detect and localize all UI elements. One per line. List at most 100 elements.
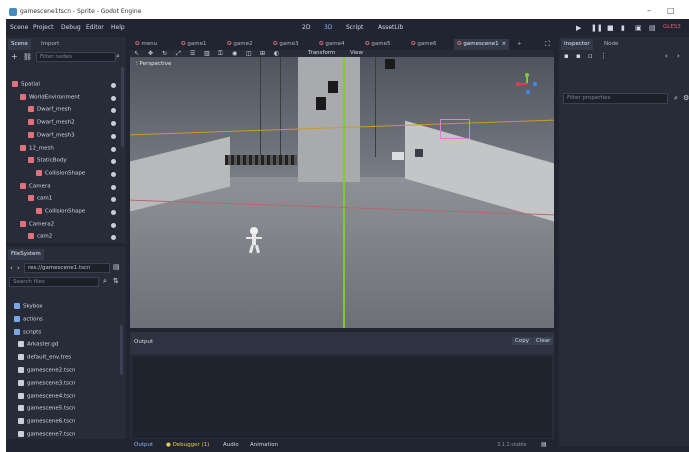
tab-debugger[interactable]: ● Debugger (1) [166, 442, 209, 448]
scene-tree-item[interactable]: Dwarf_mesh3 [28, 131, 120, 142]
play-icon[interactable]: ▶ [576, 24, 581, 32]
file-list-item[interactable]: gamescene4.tscn [18, 392, 118, 403]
visibility-icon[interactable] [111, 95, 116, 101]
move-tool-icon[interactable]: ✥ [148, 50, 153, 57]
camera-icon[interactable]: ◐ [274, 50, 279, 57]
file-list-item[interactable]: Skybox [14, 303, 114, 313]
gizmo-z-neg-dot[interactable] [526, 90, 530, 94]
scene-tree-item[interactable]: CollisionShape [36, 208, 120, 218]
filter-nodes-input[interactable]: Filter nodes [36, 52, 116, 62]
tab-output[interactable]: Output [134, 442, 153, 448]
forward-arrow-icon[interactable]: › [17, 264, 20, 272]
file-list-item[interactable]: default_env.tres [18, 354, 118, 364]
visibility-icon[interactable] [111, 222, 116, 228]
visibility-icon[interactable] [111, 171, 116, 177]
tab-node[interactable]: Node [601, 39, 621, 50]
settings-icon[interactable]: ⚙ [683, 94, 689, 102]
scene-tree-item[interactable]: Camera2 [20, 220, 120, 231]
scene-tab[interactable]: ✪ menu [132, 39, 160, 50]
scene-tab[interactable]: ✪ gamescene1 × [454, 39, 510, 50]
scene-tab[interactable]: ✪ game1 [178, 39, 209, 50]
menu-debug[interactable]: Debug [61, 24, 81, 31]
history-forward-icon[interactable]: › [677, 52, 680, 60]
close-tab-icon[interactable]: × [502, 41, 507, 47]
visibility-icon[interactable] [111, 235, 116, 241]
file-list-item[interactable]: gamescene5.tscn [18, 405, 118, 415]
visibility-icon[interactable] [111, 108, 116, 114]
output-log[interactable] [132, 356, 552, 438]
split-view-icon[interactable]: ▤ [113, 263, 120, 271]
tab-animation[interactable]: Animation [250, 442, 278, 448]
back-arrow-icon[interactable]: ‹ [10, 264, 13, 272]
view-menu[interactable]: View [350, 50, 363, 56]
ruler-tool-icon[interactable]: ▥ [204, 50, 210, 57]
layout-icon[interactable]: ▤ [541, 441, 547, 448]
history-back-icon[interactable]: ‹ [665, 52, 668, 60]
renderer-label[interactable]: GLES3 [663, 24, 681, 30]
history-icon[interactable]: ⋮ [600, 52, 607, 60]
clear-button[interactable]: Clear [533, 337, 554, 345]
file-list-item[interactable]: gamescene2.tscn [18, 367, 118, 377]
group-icon[interactable]: ◉ [232, 50, 237, 57]
scene-tree-item[interactable]: WorldEnvironment [20, 93, 120, 104]
workspace-script-button[interactable]: Script [346, 24, 363, 31]
visibility-icon[interactable] [111, 146, 116, 152]
scene-tree-scrollbar[interactable] [121, 67, 124, 147]
menu-help[interactable]: Help [111, 24, 125, 31]
file-list-item[interactable]: gamescene6.tscn [18, 418, 118, 428]
tab-scene[interactable]: Scene [8, 39, 31, 50]
minimize-button[interactable]: – [647, 6, 651, 15]
stop-icon[interactable]: ■ [607, 24, 614, 32]
scene-tree-item[interactable]: Spatial [12, 81, 120, 91]
list-tool-icon[interactable]: ☰ [190, 50, 195, 57]
tab-audio[interactable]: Audio [223, 442, 239, 448]
menu-editor[interactable]: Editor [86, 24, 104, 31]
search-files-input[interactable]: Search files [9, 277, 99, 287]
visibility-icon[interactable] [111, 121, 116, 127]
visibility-icon[interactable] [111, 159, 116, 165]
scene-tab[interactable]: ✪ game2 [224, 39, 255, 50]
play-custom-icon[interactable]: ▣ [635, 24, 642, 32]
scene-tree-item[interactable]: Camera [20, 182, 120, 193]
scene-tree-item[interactable]: CollisionShape [36, 169, 120, 180]
3d-viewport[interactable]: ⁝ Perspective [130, 57, 554, 328]
file-list-scrollbar[interactable] [120, 325, 123, 375]
tab-filesystem[interactable]: FileSystem [8, 249, 44, 260]
file-list-item[interactable]: gamescene3.tscn [18, 379, 118, 390]
scene-tab[interactable]: ✪ game4 [316, 39, 347, 50]
file-list-item[interactable]: Arkaster.gd [18, 341, 118, 351]
distraction-free-icon[interactable]: ⛶ [545, 40, 550, 49]
visibility-icon[interactable] [111, 133, 116, 139]
screen-icon[interactable]: ▤ [649, 24, 656, 32]
transform-menu[interactable]: Transform [308, 50, 335, 56]
menu-scene[interactable]: Scene [10, 24, 28, 31]
add-node-icon[interactable]: + [11, 52, 18, 61]
add-tab-button[interactable]: + [514, 39, 525, 50]
select-tool-icon[interactable]: ↖ [134, 50, 139, 57]
scene-tree-item[interactable]: Dwarf_mesh2 [28, 119, 120, 129]
link-icon[interactable]: ⛓ [23, 53, 32, 61]
gizmo-z-dot[interactable] [533, 82, 537, 86]
maximize-button[interactable]: □ [667, 6, 675, 15]
file-list-item[interactable]: scripts [14, 328, 114, 339]
scene-tree-item[interactable]: StaticBody [28, 157, 120, 167]
scene-tab[interactable]: ✪ game3 [270, 39, 301, 50]
snap-icon[interactable]: ⊞ [260, 50, 265, 57]
file-list-item[interactable]: actions [14, 315, 114, 326]
rotate-tool-icon[interactable]: ↻ [162, 50, 167, 57]
path-field[interactable]: res://gamescene1.tscn [24, 263, 110, 273]
play-scene-icon[interactable]: ▮ [621, 24, 625, 32]
workspace-assetlib-button[interactable]: AssetLib [378, 24, 403, 31]
tab-import[interactable]: Import [38, 39, 62, 50]
new-resource-icon[interactable]: ▪ [564, 52, 569, 60]
perspective-menu[interactable]: ⁝ Perspective [136, 61, 171, 67]
visibility-icon[interactable] [111, 83, 116, 88]
sort-icon[interactable]: ⇅ [113, 277, 119, 285]
visibility-icon[interactable] [111, 184, 116, 190]
scene-tab[interactable]: ✪ game5 [362, 39, 393, 50]
open-resource-icon[interactable]: ▪ [576, 52, 581, 60]
visibility-icon[interactable] [111, 197, 116, 203]
copy-button[interactable]: Copy [512, 337, 532, 345]
tab-inspector[interactable]: Inspector [561, 39, 593, 50]
scene-tree-item[interactable]: cam1 [28, 195, 120, 205]
